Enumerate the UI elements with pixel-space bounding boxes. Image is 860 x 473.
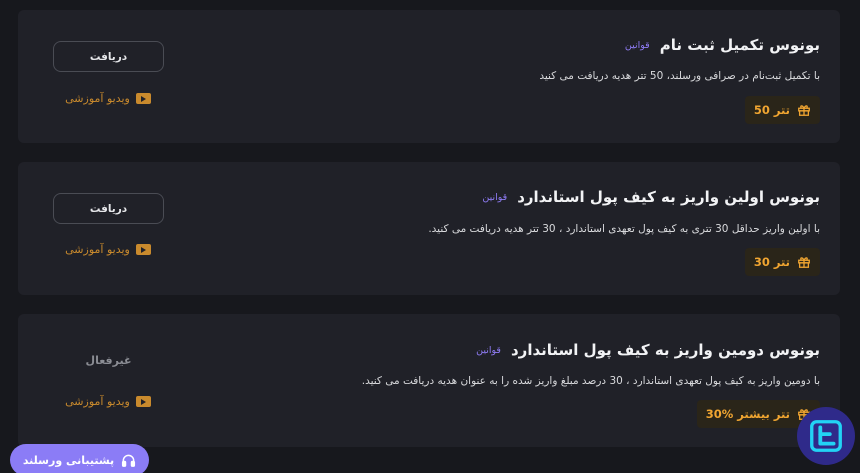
receive-button[interactable]: دریافت	[53, 193, 164, 224]
receive-button[interactable]: دریافت	[53, 41, 164, 72]
video-tutorial-label: ویدیو آموزشی	[65, 92, 130, 105]
gift-icon	[798, 257, 810, 268]
bonus-title: بونوس تکمیل ثبت نام	[659, 36, 820, 54]
bonus-description: با اولین واریز حداقل 30 تتری به کیف پول …	[428, 223, 820, 235]
video-tutorial-label: ویدیو آموزشی	[65, 395, 130, 408]
support-label: پشتیبانی ورسلند	[22, 453, 115, 467]
brand-logo-icon	[797, 407, 855, 465]
bonus-title: بونوس اولین واریز به کیف پول استاندارد	[517, 188, 820, 206]
rules-link[interactable]: قوانین	[476, 345, 501, 356]
reward-badge: 30 تتر	[744, 248, 820, 276]
bonus-title-row: بونوس تکمیل ثبت نام قوانین	[625, 36, 820, 54]
brand-logo-mark	[810, 420, 842, 452]
video-tutorial-link[interactable]: ویدیو آموزشی	[58, 92, 158, 105]
bonus-title: بونوس دومین واریز به کیف پول استاندارد	[510, 341, 820, 359]
bonus-card-registration: بونوس تکمیل ثبت نام قوانین با تکمیل ثبت‌…	[18, 10, 840, 143]
play-icon	[135, 93, 151, 104]
reward-badge: 50 تتر	[744, 96, 820, 124]
bonus-card-second-deposit: بونوس دومین واریز به کیف پول استاندارد ق…	[18, 314, 840, 447]
video-tutorial-link[interactable]: ویدیو آموزشی	[58, 395, 158, 408]
play-icon	[135, 244, 151, 255]
bonus-description: با دومین واریز به کیف پول تعهدی استاندار…	[361, 375, 820, 387]
support-button[interactable]: پشتیبانی ورسلند	[10, 444, 149, 473]
reward-value: 30% تتر بیشتر	[705, 407, 790, 421]
gift-icon	[798, 105, 810, 116]
video-tutorial-link[interactable]: ویدیو آموزشی	[58, 243, 158, 256]
play-icon	[135, 396, 151, 407]
bonus-title-row: بونوس دومین واریز به کیف پول استاندارد ق…	[476, 341, 820, 359]
bonus-description: با تکمیل ثبت‌نام در صرافی ورسلند، 50 تتر…	[539, 70, 820, 82]
headset-icon	[122, 454, 136, 467]
bonus-card-first-deposit: بونوس اولین واریز به کیف پول استاندارد ق…	[18, 162, 840, 295]
rules-link[interactable]: قوانین	[625, 40, 650, 51]
bonus-title-row: بونوس اولین واریز به کیف پول استاندارد ق…	[482, 188, 820, 206]
video-tutorial-label: ویدیو آموزشی	[65, 243, 130, 256]
rules-link[interactable]: قوانین	[482, 192, 507, 203]
reward-value: 50 تتر	[753, 103, 790, 117]
inactive-status: غیرفعال	[85, 354, 132, 367]
reward-value: 30 تتر	[753, 255, 790, 269]
